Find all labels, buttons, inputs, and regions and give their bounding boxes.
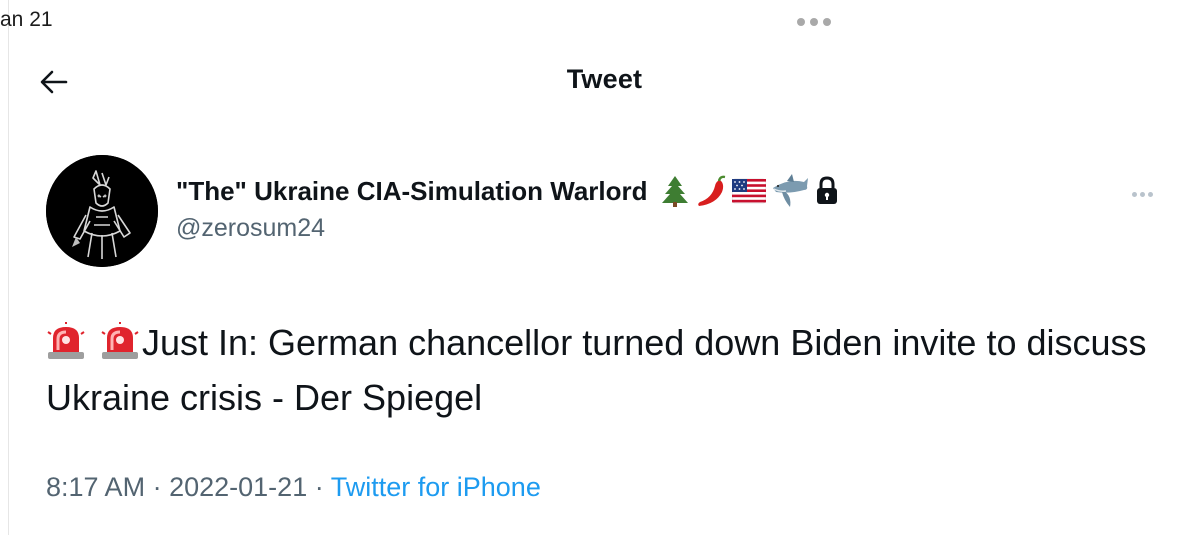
- tweet-meta: 8:17 AM · 2022-01-21 · Twitter for iPhon…: [46, 472, 541, 503]
- meta-separator: ·: [314, 472, 324, 502]
- page-title: Tweet: [566, 64, 643, 94]
- author-display-name[interactable]: "The" Ukraine CIA-Simulation Warlord: [176, 174, 840, 208]
- avatar[interactable]: [46, 155, 158, 267]
- tweet-more-options-icon[interactable]: [1130, 186, 1155, 203]
- tweet-body-text: Just In: German chancellor turned down B…: [46, 322, 1147, 418]
- police-light-icon: [47, 322, 85, 359]
- tweet-text: Just In: German chancellor turned down B…: [46, 315, 1186, 425]
- lock-icon: [816, 176, 837, 204]
- author-handle[interactable]: @zerosum24: [176, 214, 325, 243]
- us-flag-icon: [731, 178, 766, 204]
- shark-icon: [772, 174, 808, 207]
- chili-pepper-icon: [697, 175, 725, 206]
- police-light-icon: [101, 322, 139, 359]
- tweet-time[interactable]: 8:17 AM: [46, 472, 145, 502]
- evergreen-tree-icon: [661, 176, 688, 207]
- date-fragment: an 21: [0, 8, 53, 31]
- top-more-icon[interactable]: [797, 18, 831, 26]
- name-emoji-group: [660, 174, 840, 208]
- avatar-image: [46, 155, 158, 267]
- meta-separator: ·: [152, 472, 162, 502]
- tweet-source-link[interactable]: Twitter for iPhone: [331, 472, 541, 502]
- tweet-date[interactable]: 2022-01-21: [169, 472, 307, 502]
- author-name-text: "The" Ukraine CIA-Simulation Warlord: [176, 175, 648, 206]
